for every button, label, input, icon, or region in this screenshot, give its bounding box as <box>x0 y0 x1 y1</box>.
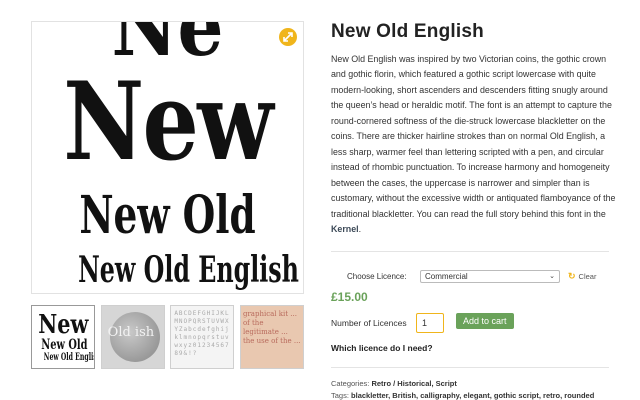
thumb-sample-large: New <box>38 310 89 340</box>
thumb-sample-small: New Old English <box>43 352 94 363</box>
licence-select[interactable]: Commercial ⌄ <box>420 269 560 283</box>
thumbnail-1[interactable]: New New Old New Old English <box>31 305 95 369</box>
licence-selected-value: Commercial <box>425 271 468 281</box>
refresh-icon: ↻ <box>568 270 576 281</box>
tags-links[interactable]: blackletter, British, calligraphy, elega… <box>351 391 594 400</box>
clear-link[interactable]: ↻ Clear <box>568 271 596 282</box>
thumbnail-3[interactable]: ABCDEFGHIJKLMNOPQRSTUVWXYZabcdefghijklmn… <box>170 305 235 369</box>
description-end: . <box>358 223 362 234</box>
sample-line-medium: New Old <box>79 185 256 246</box>
add-to-cart-button[interactable]: Add to cart <box>456 313 514 329</box>
tags-label: Tags: <box>331 391 349 400</box>
divider <box>331 251 609 252</box>
which-licence-link[interactable]: Which licence do I need? <box>331 343 433 353</box>
thumb-sample-medium: New Old <box>41 337 88 353</box>
quantity-input[interactable] <box>416 313 444 333</box>
product-main-image[interactable]: Ne New New Old New Old English <box>31 21 304 294</box>
categories-label: Categories: <box>331 379 370 388</box>
thumbnail-2[interactable]: Old ish <box>100 305 165 369</box>
divider <box>331 367 609 368</box>
categories-row: Categories: Retro / Historical, Script <box>331 379 457 388</box>
clear-label: Clear <box>578 271 597 281</box>
tags-row: Tags: blackletter, British, calligraphy,… <box>331 391 594 400</box>
zoom-icon[interactable] <box>279 28 297 46</box>
product-title: New Old English <box>331 21 484 42</box>
licence-label: Choose Licence: <box>347 271 407 281</box>
glyph-set: ABCDEFGHIJKLMNOPQRSTUVWXYZabcdefghijklmn… <box>174 310 230 357</box>
thumbnail-strip: New New Old New Old English Old ish ABCD… <box>31 305 304 369</box>
description-text: New Old English was inspired by two Vict… <box>331 54 616 219</box>
product-description: New Old English was inspired by two Vict… <box>331 52 617 237</box>
chevron-down-icon: ⌄ <box>549 273 555 280</box>
thumbnail-4[interactable]: graphical kit ... of the legitimate ... … <box>239 305 304 369</box>
coin-text: Old ish <box>107 325 155 340</box>
quantity-row: Number of Licences Add to cart <box>331 313 514 333</box>
sample-line-large: New <box>63 59 273 185</box>
categories-links[interactable]: Retro / Historical, Script <box>371 379 456 388</box>
specimen-text: graphical kit ... of the legitimate ... … <box>242 310 301 345</box>
kernel-link[interactable]: Kernel <box>331 224 359 234</box>
sample-line-small: New Old English <box>78 249 299 291</box>
product-price: £15.00 <box>331 290 368 304</box>
licence-row: Choose Licence: Commercial ⌄ ↻ Clear <box>347 269 609 283</box>
quantity-label: Number of Licences <box>331 318 407 328</box>
